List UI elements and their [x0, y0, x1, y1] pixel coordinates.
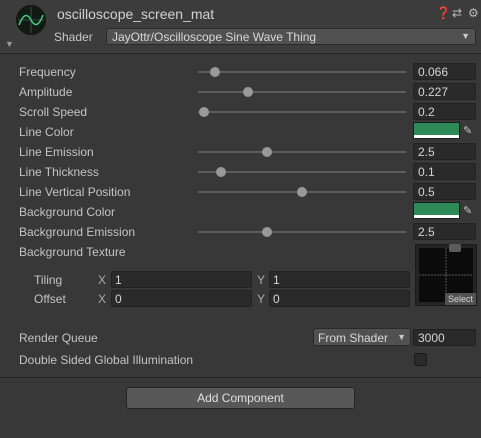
line-thickness-slider[interactable] — [198, 167, 406, 177]
frequency-slider[interactable] — [198, 67, 406, 77]
background-emission-slider-thumb[interactable] — [261, 227, 272, 237]
line-emission-slider-thumb[interactable] — [261, 147, 272, 157]
line-vertical-position-label: Line Vertical Position — [19, 185, 131, 199]
line-color-label: Line Color — [19, 125, 74, 139]
tiling-x-field[interactable]: 1 — [111, 271, 252, 288]
line-thickness-field[interactable]: 0.1 — [413, 163, 476, 180]
amplitude-slider[interactable] — [198, 87, 406, 97]
amplitude-slider-thumb[interactable] — [242, 87, 253, 97]
material-name: oscilloscope_screen_mat — [57, 6, 215, 22]
offset-x-axis-label: X — [98, 292, 107, 306]
render-queue-label: Render Queue — [19, 331, 98, 345]
line-vertical-position-slider[interactable] — [198, 187, 406, 197]
background-emission-field[interactable]: 2.5 — [413, 223, 476, 240]
amplitude-label: Amplitude — [19, 85, 73, 99]
line-emission-label: Line Emission — [19, 145, 94, 159]
texture-select-button[interactable]: Select — [444, 293, 476, 305]
shader-dropdown[interactable]: JayOttr/Oscilloscope Sine Wave Thing ▼ — [106, 28, 476, 45]
eyedropper-icon[interactable]: ✎ — [463, 204, 472, 217]
line-thickness-label: Line Thickness — [19, 165, 99, 179]
foldout-arrow-icon[interactable]: ▼ — [5, 39, 14, 49]
tiling-x-axis-label: X — [98, 273, 107, 287]
chevron-down-icon: ▼ — [397, 332, 406, 342]
frequency-label: Frequency — [19, 65, 76, 79]
tiling-label: Tiling — [34, 273, 63, 287]
texture-preview-toggle[interactable] — [449, 244, 461, 252]
background-color-swatch[interactable] — [413, 202, 460, 219]
tiling-y-field[interactable]: 1 — [269, 271, 410, 288]
scroll-speed-slider[interactable] — [198, 107, 406, 117]
divider — [0, 377, 481, 378]
offset-y-field[interactable]: 0 — [269, 290, 410, 307]
line-color-swatch[interactable] — [413, 122, 460, 139]
line-vertical-position-slider-thumb[interactable] — [297, 187, 307, 197]
line-emission-slider[interactable] — [198, 147, 406, 157]
eyedropper-icon[interactable]: ✎ — [463, 124, 472, 137]
double-sided-gi-label: Double Sided Global Illumination — [19, 353, 194, 367]
frequency-slider-thumb[interactable] — [209, 67, 220, 77]
render-queue-mode: From Shader — [318, 331, 389, 345]
line-thickness-slider-thumb[interactable] — [215, 167, 226, 177]
background-color-label: Background Color — [19, 205, 116, 219]
line-emission-field[interactable]: 2.5 — [413, 143, 476, 160]
presets-icon[interactable]: ⇄ — [452, 6, 462, 20]
scroll-speed-label: Scroll Speed — [19, 105, 88, 119]
chevron-down-icon: ▼ — [461, 31, 470, 41]
render-queue-field[interactable]: 3000 — [413, 329, 476, 346]
shader-dropdown-value: JayOttr/Oscilloscope Sine Wave Thing — [112, 30, 317, 44]
background-texture-slot[interactable]: Select — [415, 244, 477, 306]
settings-icon[interactable]: ⚙ — [468, 6, 479, 20]
background-emission-label: Background Emission — [19, 225, 136, 239]
shader-label: Shader — [54, 30, 93, 44]
help-icon[interactable]: ❓ — [436, 6, 451, 20]
offset-label: Offset — [34, 292, 66, 306]
background-emission-slider[interactable] — [198, 227, 406, 237]
offset-y-axis-label: Y — [257, 292, 266, 306]
render-queue-dropdown[interactable]: From Shader ▼ — [313, 328, 411, 346]
tiling-y-axis-label: Y — [257, 273, 266, 287]
offset-x-field[interactable]: 0 — [111, 290, 252, 307]
add-component-button[interactable]: Add Component — [126, 387, 355, 409]
line-vertical-position-field[interactable]: 0.5 — [413, 183, 476, 200]
scroll-speed-slider-thumb[interactable] — [199, 107, 210, 117]
double-sided-gi-checkbox[interactable] — [414, 353, 427, 366]
material-preview-icon[interactable] — [16, 5, 46, 35]
amplitude-field[interactable]: 0.227 — [413, 83, 476, 100]
scroll-speed-field[interactable]: 0.2 — [413, 103, 476, 120]
frequency-field[interactable]: 0.066 — [413, 63, 476, 80]
background-texture-label: Background Texture — [19, 245, 126, 259]
